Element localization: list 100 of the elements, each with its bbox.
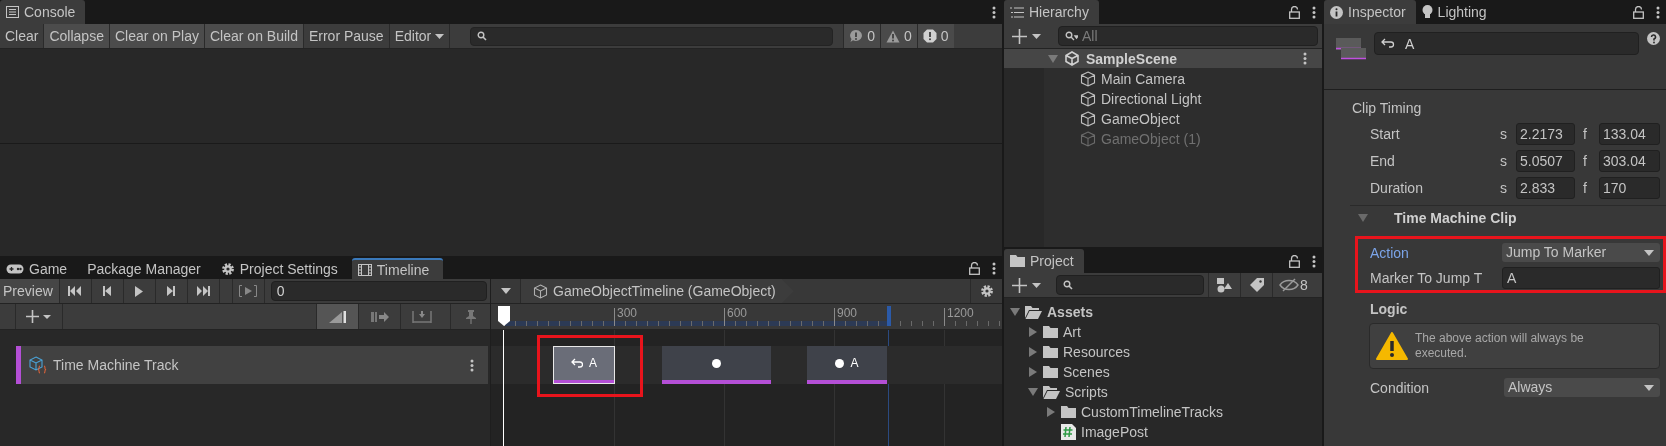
return-arrow-icon bbox=[571, 358, 583, 368]
tag-icon bbox=[1249, 278, 1264, 292]
seconds-field[interactable]: 2.2173 bbox=[1516, 122, 1575, 145]
more-icon[interactable] bbox=[470, 358, 474, 372]
unit-label: s bbox=[1500, 125, 1508, 142]
scene-row[interactable]: SampleScene bbox=[1004, 49, 1322, 68]
seconds-field[interactable]: 5.0507 bbox=[1516, 149, 1575, 172]
condition-dropdown[interactable]: Always bbox=[1504, 378, 1660, 397]
toolbar-button[interactable]: Collapse bbox=[44, 24, 110, 48]
folder-icon bbox=[1043, 366, 1058, 378]
cube-icon bbox=[533, 283, 548, 299]
help-icon[interactable] bbox=[1647, 32, 1660, 45]
inspector-tab[interactable]: Inspector bbox=[1324, 0, 1416, 24]
caret-icon bbox=[500, 288, 511, 294]
time-ruler[interactable]: 300 600 900 1200 bbox=[491, 304, 1002, 329]
project-tab[interactable]: Project bbox=[1004, 249, 1084, 273]
project-item[interactable]: Assets bbox=[1004, 302, 1322, 322]
ruler-label: 1200 bbox=[947, 306, 974, 320]
lock-icon[interactable] bbox=[969, 262, 980, 275]
more-icon[interactable] bbox=[992, 262, 996, 275]
hidden-packages-button[interactable]: 8 bbox=[1272, 273, 1314, 297]
insert-down-icon bbox=[411, 310, 432, 323]
eye-crossed-icon bbox=[1279, 278, 1300, 292]
timeline-clip[interactable] bbox=[662, 346, 771, 384]
inspector-tab[interactable]: Lighting bbox=[1415, 0, 1497, 24]
more-icon[interactable] bbox=[1303, 52, 1307, 65]
cube-icon bbox=[1080, 131, 1096, 147]
more-icon[interactable] bbox=[992, 5, 996, 19]
timeline-clip[interactable]: A bbox=[553, 346, 615, 384]
time-field[interactable]: 0 bbox=[270, 281, 487, 301]
cube-icon bbox=[1080, 71, 1096, 87]
track-name: Time Machine Track bbox=[53, 357, 179, 373]
toolbar-button[interactable]: Clear on Play bbox=[109, 24, 205, 48]
unit-label: s bbox=[1500, 152, 1508, 169]
clip-label: A bbox=[589, 356, 597, 370]
cube-script-icon bbox=[29, 356, 47, 374]
frames-field[interactable]: 133.04 bbox=[1599, 122, 1660, 145]
console-tab[interactable]: Console bbox=[0, 0, 86, 24]
caret-icon bbox=[1644, 249, 1654, 256]
frames-field[interactable]: 170 bbox=[1599, 176, 1660, 199]
hierarchy-item[interactable]: Directional Light bbox=[1044, 89, 1322, 109]
folder-icon bbox=[1061, 406, 1076, 418]
preview-button[interactable]: Preview bbox=[0, 279, 60, 303]
more-icon[interactable] bbox=[1312, 254, 1316, 268]
plus-caret-icon bbox=[1012, 28, 1042, 44]
info-icon bbox=[1330, 5, 1343, 19]
log-count-button[interactable]: 0 bbox=[916, 24, 954, 48]
shapes-icon bbox=[1216, 277, 1233, 293]
field-label: Marker To Jump T bbox=[1370, 269, 1484, 286]
breadcrumb[interactable]: GameObjectTimeline (GameObject) bbox=[521, 279, 794, 303]
log-count-button[interactable]: 0 bbox=[880, 24, 917, 48]
timeline-clip[interactable]: A bbox=[807, 346, 887, 384]
step-back-icon bbox=[102, 286, 113, 296]
error-icon bbox=[922, 29, 937, 43]
section-title: Logic bbox=[1370, 301, 1409, 319]
more-icon[interactable] bbox=[1656, 5, 1660, 19]
project-item[interactable]: Resources bbox=[1004, 342, 1322, 362]
skip-back-icon bbox=[67, 286, 84, 296]
panel-tab[interactable]: Project Settings bbox=[214, 258, 352, 279]
project-item[interactable]: ImagePost bbox=[1004, 422, 1322, 442]
search-icon bbox=[1063, 280, 1073, 290]
project-item[interactable]: Art bbox=[1004, 322, 1322, 342]
film-icon bbox=[357, 263, 372, 276]
toolbar-button[interactable]: Clear on Build bbox=[205, 24, 304, 48]
end-marker[interactable] bbox=[887, 306, 891, 326]
project-item[interactable]: CustomTimelineTracks bbox=[1004, 402, 1322, 422]
log-count-button[interactable]: 0 bbox=[843, 24, 880, 48]
hierarchy-tab[interactable]: Hierarchy bbox=[1004, 0, 1099, 24]
lock-icon[interactable] bbox=[1633, 5, 1644, 19]
frames-field[interactable]: 303.04 bbox=[1599, 149, 1660, 172]
track-header[interactable]: Time Machine Track bbox=[16, 346, 488, 384]
action-dropdown[interactable]: Jump To Marker bbox=[1502, 243, 1660, 262]
search-field[interactable] bbox=[1056, 275, 1204, 295]
ripple-button[interactable] bbox=[316, 304, 358, 329]
playhead[interactable] bbox=[497, 304, 511, 329]
project-item[interactable]: Scenes bbox=[1004, 362, 1322, 382]
panel-tab[interactable]: Package Manager bbox=[81, 258, 215, 279]
project-item[interactable]: Scripts bbox=[1004, 382, 1322, 402]
marker-field[interactable]: A bbox=[1502, 266, 1660, 289]
warning-icon bbox=[886, 29, 900, 43]
warning-icon bbox=[1376, 332, 1408, 360]
search-field[interactable] bbox=[470, 26, 834, 46]
hierarchy-item[interactable]: Main Camera bbox=[1044, 69, 1322, 89]
lock-icon[interactable] bbox=[1289, 5, 1300, 19]
lock-icon[interactable] bbox=[1289, 254, 1300, 268]
step-forward-icon bbox=[166, 286, 177, 296]
unit-label: s bbox=[1500, 179, 1508, 196]
arrow-right-icon bbox=[370, 311, 389, 322]
clip-label: A bbox=[850, 356, 859, 370]
hierarchy-item[interactable]: GameObject bbox=[1044, 109, 1322, 129]
open-folder-icon bbox=[1043, 385, 1060, 399]
caret-icon bbox=[435, 33, 445, 39]
name-field[interactable]: A bbox=[1374, 32, 1639, 55]
panel-tab[interactable]: Timeline bbox=[351, 258, 444, 279]
seconds-field[interactable]: 2.833 bbox=[1516, 176, 1575, 199]
component-header[interactable]: Time Machine Clip bbox=[1350, 205, 1666, 230]
panel-tab[interactable]: Game bbox=[0, 258, 82, 279]
more-icon[interactable] bbox=[1312, 5, 1316, 19]
field-label: End bbox=[1370, 152, 1396, 169]
settings-icon bbox=[979, 284, 994, 298]
